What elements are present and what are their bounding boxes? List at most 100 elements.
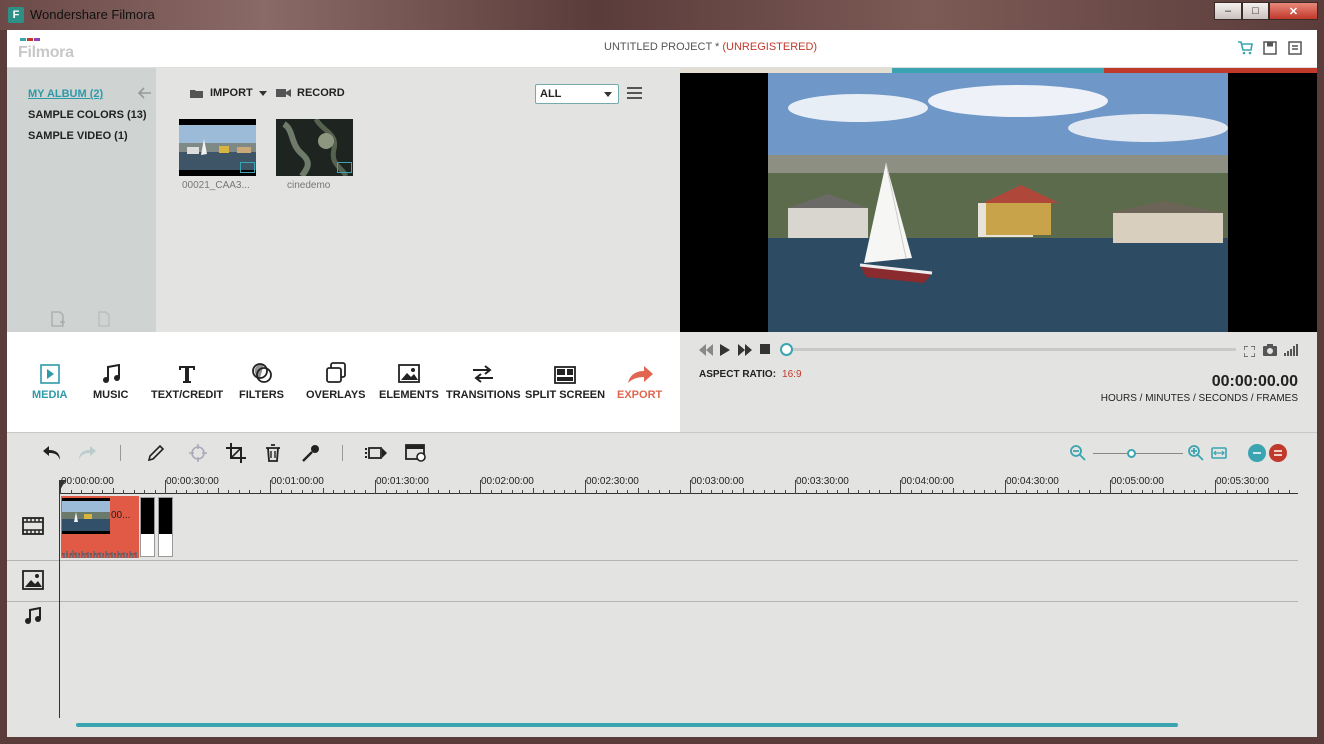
trash-icon[interactable]: [263, 443, 283, 463]
ruler-tick: [585, 480, 586, 494]
timeline-color-clip[interactable]: [158, 497, 173, 557]
mode-text-credit[interactable]: TEXT/CREDIT: [151, 362, 223, 401]
zoom-slider-handle[interactable]: [1127, 449, 1136, 458]
media-icon: [39, 362, 60, 384]
timeline-color-clip[interactable]: [140, 497, 155, 557]
ruler-tick: [385, 490, 387, 494]
power-tool-icon[interactable]: [188, 443, 208, 463]
ruler-tick-label: 00:01:00:00: [271, 476, 324, 487]
album-item-my-album[interactable]: MY ALBUM (2): [28, 88, 103, 100]
close-button[interactable]: ✕: [1269, 2, 1318, 20]
media-item-label: 00021_CAA3...: [182, 180, 250, 191]
voiceover-mic-icon[interactable]: [301, 443, 321, 463]
ruler-tick: [1099, 490, 1101, 494]
edit-pencil-icon[interactable]: [146, 443, 166, 463]
ruler-tick: [921, 490, 922, 494]
ruler-tick: [1288, 490, 1290, 494]
ruler-tick: [721, 490, 723, 494]
stop-icon[interactable]: [760, 344, 770, 354]
fit-timeline-icon[interactable]: [1209, 443, 1229, 463]
mode-split-screen[interactable]: SPLIT SCREEN: [525, 362, 605, 401]
ruler-tick: [1152, 490, 1153, 494]
mode-music[interactable]: MUSIC: [93, 362, 128, 401]
zoom-slider-track[interactable]: [1093, 453, 1183, 454]
mode-elements[interactable]: ELEMENTS: [379, 362, 439, 401]
menu-icon[interactable]: [1287, 40, 1303, 56]
ruler-tick-label: 00:02:00:00: [481, 476, 534, 487]
fullscreen-icon[interactable]: [1243, 344, 1256, 362]
elements-icon: [398, 362, 420, 384]
ruler-tick: [469, 490, 471, 494]
ruler-tick: [354, 490, 355, 494]
mode-filters[interactable]: FILTERS: [239, 362, 284, 401]
undo-icon[interactable]: [41, 443, 61, 463]
advanced-settings-icon[interactable]: [404, 443, 428, 463]
transitions-icon: [471, 362, 495, 384]
crop-icon[interactable]: [226, 443, 246, 463]
filters-icon: [251, 362, 273, 384]
ruler-tick-label: 00:00:00:00: [61, 476, 114, 487]
scene-detect-icon[interactable]: [363, 443, 389, 463]
album-item-sample-video[interactable]: SAMPLE VIDEO (1): [28, 130, 128, 142]
seek-bar[interactable]: [790, 348, 1236, 351]
album-panel: [7, 68, 156, 332]
add-folder-icon[interactable]: [50, 311, 66, 333]
ruler-tick: [963, 490, 964, 494]
ruler-tick: [406, 490, 408, 494]
track-divider: [7, 601, 1298, 602]
ruler-tick: [511, 490, 513, 494]
ruler-tick: [1036, 490, 1038, 494]
zoom-out-icon[interactable]: [1068, 443, 1088, 463]
playhead-handle[interactable]: [60, 480, 66, 490]
mode-transitions[interactable]: TRANSITIONS: [446, 362, 521, 401]
album-item-sample-colors[interactable]: SAMPLE COLORS (13): [28, 109, 147, 121]
seek-handle[interactable]: [780, 343, 793, 356]
mode-label: MUSIC: [93, 389, 129, 401]
media-filter-select[interactable]: ALL: [535, 84, 619, 104]
video-badge-icon: [240, 162, 255, 173]
save-icon[interactable]: [1262, 40, 1278, 56]
timeline-scrollbar[interactable]: [76, 723, 1178, 727]
mode-overlays[interactable]: OVERLAYS: [306, 362, 366, 401]
maximize-button[interactable]: □: [1242, 2, 1269, 20]
list-view-icon[interactable]: [627, 87, 642, 102]
import-label: IMPORT: [210, 87, 253, 99]
ruler-tick: [1267, 488, 1269, 494]
ruler-tick: [81, 490, 82, 494]
ruler-tick: [627, 490, 628, 494]
mode-media[interactable]: MEDIA: [32, 362, 67, 401]
window-titlebar: [0, 0, 1324, 30]
aspect-ratio-value[interactable]: 16:9: [782, 369, 801, 380]
ruler-tick: [1225, 490, 1227, 494]
ruler-tick: [763, 490, 765, 494]
snapshot-icon[interactable]: [1263, 343, 1277, 361]
rewind-icon[interactable]: [699, 343, 713, 361]
zoom-in-icon[interactable]: [1186, 443, 1206, 463]
ruler-tick: [732, 490, 733, 494]
ruler-tick: [616, 490, 618, 494]
playhead[interactable]: [59, 480, 60, 718]
volume-icon[interactable]: [1284, 343, 1298, 361]
track-toggle[interactable]: [1245, 443, 1289, 463]
minimize-button[interactable]: –: [1214, 2, 1242, 20]
mode-label: ELEMENTS: [379, 389, 439, 401]
delete-folder-icon[interactable]: [97, 311, 111, 333]
record-button[interactable]: RECORD: [276, 87, 345, 99]
collapse-arrow-icon[interactable]: [137, 86, 152, 104]
fast-forward-icon[interactable]: [738, 343, 752, 361]
ruler-tick: [270, 480, 271, 494]
redo-icon[interactable]: [78, 443, 98, 463]
window-title: Wondershare Filmora: [30, 7, 155, 22]
import-button[interactable]: IMPORT: [189, 87, 267, 99]
ruler-tick: [952, 488, 954, 494]
ruler-tick: [816, 490, 817, 494]
ruler-tick: [438, 490, 439, 494]
cart-icon[interactable]: [1237, 40, 1253, 56]
ruler-tick: [259, 490, 261, 494]
export-button[interactable]: EXPORT: [617, 362, 662, 401]
ruler-tick: [595, 490, 597, 494]
ruler-tick: [396, 490, 397, 494]
play-icon[interactable]: [720, 343, 730, 361]
chevron-down-icon: [604, 92, 612, 97]
ruler-tick: [1204, 490, 1206, 494]
